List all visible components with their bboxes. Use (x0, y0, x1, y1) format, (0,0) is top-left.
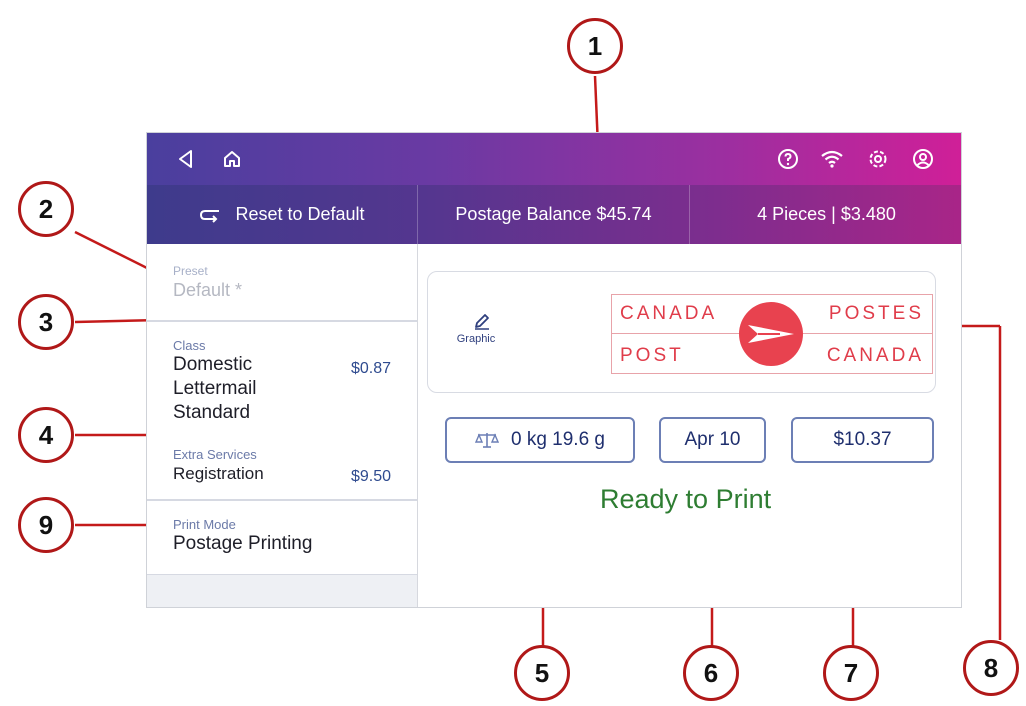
logo-text-tl: CANADA (620, 303, 718, 324)
home-icon[interactable] (219, 146, 245, 172)
wifi-icon[interactable] (819, 146, 845, 172)
extra-services-label: Extra Services (173, 447, 257, 462)
help-icon[interactable] (775, 146, 801, 172)
extra-services-price: $9.50 (350, 468, 391, 485)
pieces-counter[interactable]: 4 Pieces | $3.480 (690, 185, 961, 244)
postage-balance-button[interactable]: Postage Balance $45.74 (418, 185, 690, 244)
preset-section[interactable]: Preset Default * (147, 264, 417, 302)
top-nav-bar (147, 133, 961, 185)
sidebar-footer (147, 575, 417, 607)
postage-balance-label: Postage Balance $45.74 (455, 204, 652, 224)
account-icon[interactable] (910, 146, 936, 172)
class-line-3: Standard (173, 402, 251, 423)
settings-icon[interactable] (865, 146, 891, 172)
callout-9: 9 (18, 497, 74, 553)
logo-text-br: CANADA (826, 345, 924, 366)
weight-button[interactable]: 0 kg 19.6 g (445, 417, 635, 463)
amount-value: $10.37 (833, 429, 892, 450)
pencil-icon (475, 314, 489, 330)
settings-sidebar: Preset Default * Class Domestic Letterma… (147, 244, 418, 607)
divider (147, 499, 417, 501)
print-mode-section[interactable]: Print Mode Postage Printing (147, 517, 417, 556)
back-triangle-icon[interactable] (173, 146, 199, 172)
reset-arrow-icon (200, 209, 220, 223)
preset-label: Preset (173, 264, 208, 278)
logo-text-tr: POSTES (828, 303, 924, 324)
action-bar: Reset to Default Postage Balance $45.74 … (147, 185, 961, 244)
divider (147, 320, 417, 322)
print-mode-value: Postage Printing (173, 533, 313, 554)
print-mode-label: Print Mode (173, 517, 236, 532)
class-label: Class (173, 338, 206, 353)
date-button[interactable]: Apr 10 (659, 417, 766, 463)
callout-2: 2 (18, 181, 74, 237)
callout-1: 1 (567, 18, 623, 74)
callout-5: 5 (514, 645, 570, 701)
reset-to-default-button[interactable]: Reset to Default (147, 185, 418, 244)
class-price: $0.87 (350, 360, 391, 377)
callout-3: 3 (18, 294, 74, 350)
main-panel: Graphic CANADA POSTES POST CANADA 0 kg 1… (418, 244, 961, 607)
graphic-card[interactable]: Graphic CANADA POSTES POST CANADA (427, 271, 936, 393)
reset-label: Reset to Default (235, 204, 365, 224)
amount-button[interactable]: $10.37 (791, 417, 934, 463)
scale-icon (474, 433, 499, 448)
postal-emblem-icon (739, 302, 803, 366)
logo-text-bl: POST (620, 345, 684, 366)
class-section[interactable]: Class Domestic Lettermail Standard (147, 338, 417, 425)
preset-value: Default * (173, 280, 243, 300)
canada-post-logo: CANADA POSTES POST CANADA (611, 294, 933, 374)
device-screen: Reset to Default Postage Balance $45.74 … (146, 132, 962, 608)
graphic-label: Graphic (456, 333, 496, 345)
callout-4: 4 (18, 407, 74, 463)
graphic-edit-button[interactable]: Graphic (452, 312, 512, 345)
callout-6: 6 (683, 645, 739, 701)
class-line-2: Lettermail (173, 378, 257, 399)
callout-7: 7 (823, 645, 879, 701)
status-text: Ready to Print (600, 484, 772, 514)
callout-8: 8 (963, 640, 1019, 696)
weight-value: 0 kg 19.6 g (510, 429, 606, 450)
date-value: Apr 10 (684, 429, 741, 450)
pieces-label: 4 Pieces | $3.480 (757, 204, 896, 224)
